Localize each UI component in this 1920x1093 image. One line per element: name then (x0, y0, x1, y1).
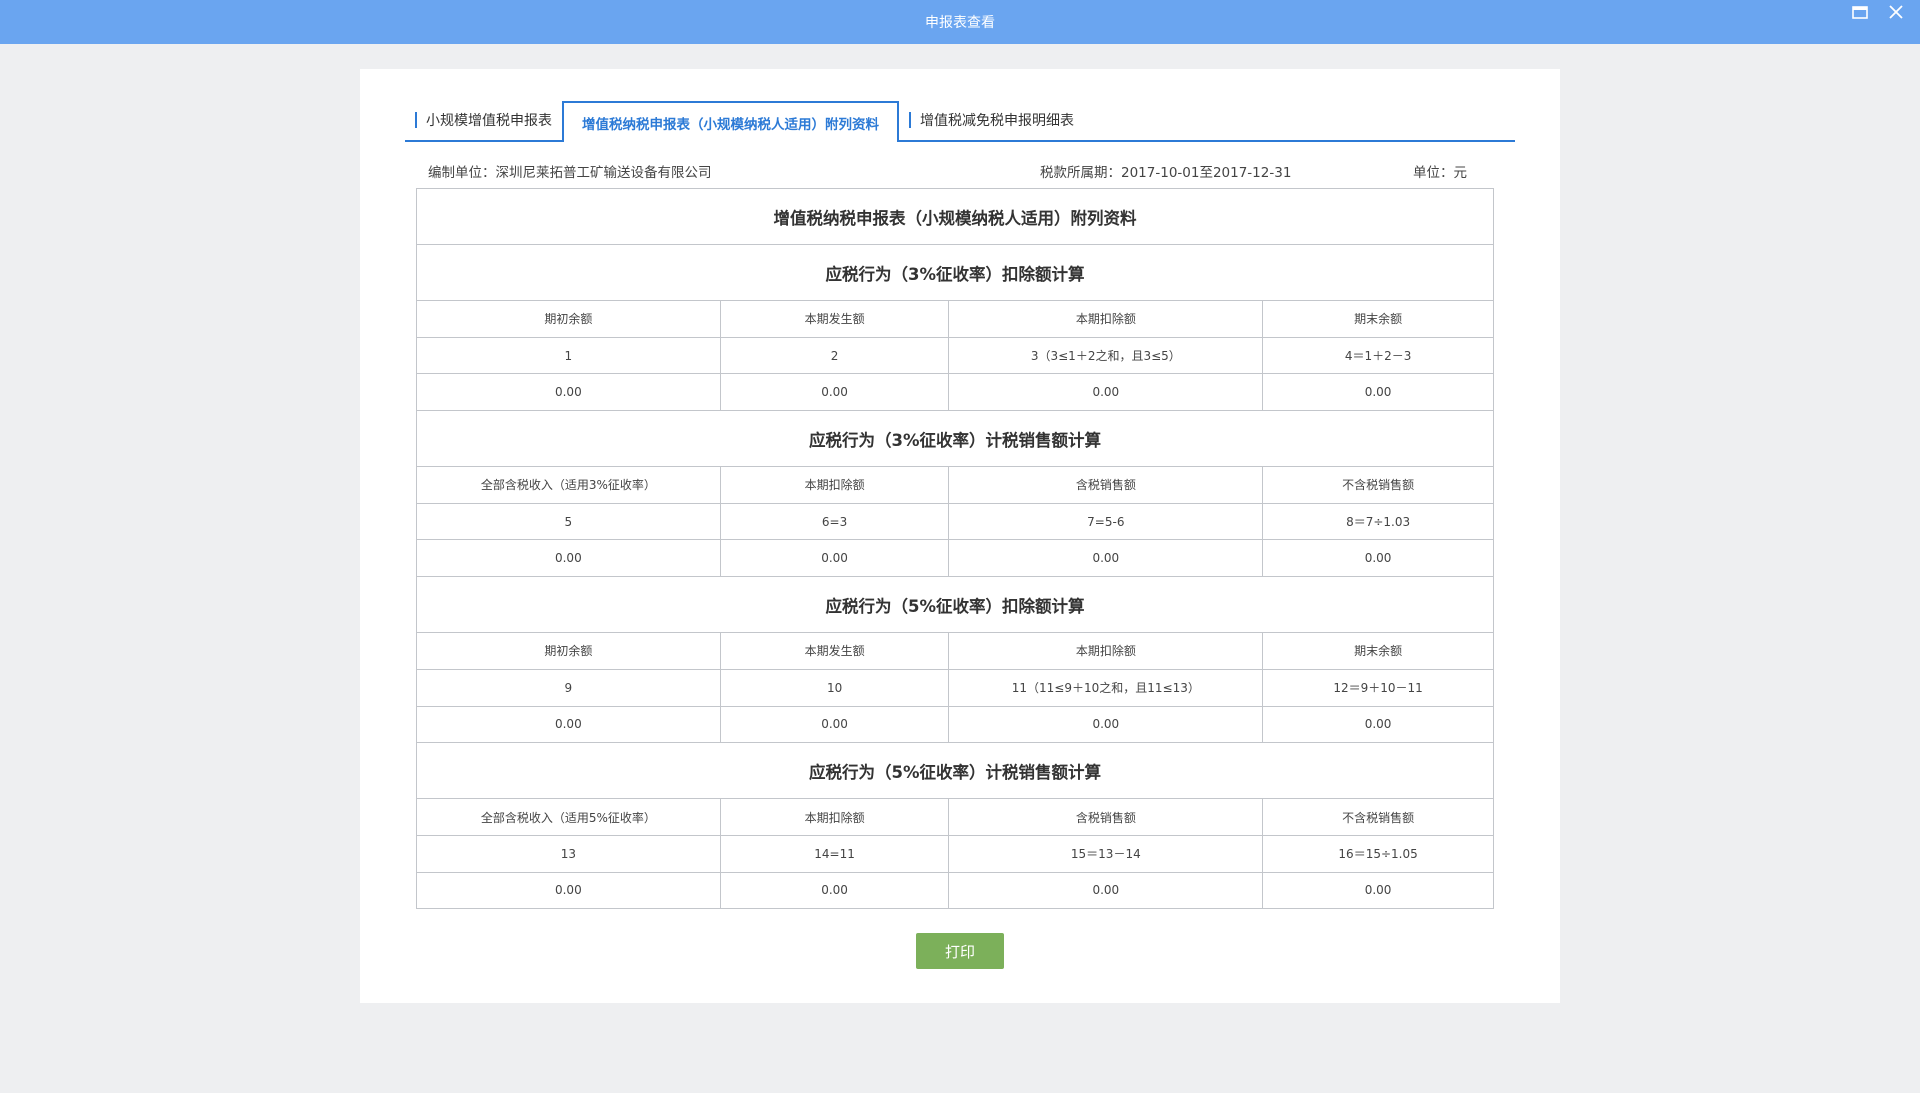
value-row: 0.00 0.00 0.00 0.00 (416, 705, 1494, 744)
formula-cell: 11（11≤9＋10之和，且11≤13） (948, 668, 1264, 707)
value-cell: 0.00 (719, 539, 950, 578)
print-button[interactable]: 打印 (916, 933, 1004, 969)
section-heading: 应税行为（5%征收率）扣除额计算 (416, 576, 1494, 634)
formula-cell: 2 (719, 336, 950, 375)
value-row: 0.00 0.00 0.00 0.00 (416, 539, 1494, 578)
tab-bar: 小规模增值税申报表 增值税纳税申报表（小规模纳税人适用）附列资料 增值税减免税申… (405, 101, 1515, 142)
column-header: 本期扣除额 (719, 466, 950, 504)
section-heading: 应税行为（3%征收率）扣除额计算 (416, 244, 1494, 301)
company-name: 编制单位：深圳尼莱拓普工矿输送设备有限公司 (428, 165, 712, 181)
column-header: 期末余额 (1262, 300, 1494, 338)
tab-attached-schedule[interactable]: 增值税纳税申报表（小规模纳税人适用）附列资料 (562, 101, 899, 142)
window-titlebar: 申报表查看 (0, 0, 1920, 44)
value-cell: 0.00 (719, 373, 950, 412)
close-icon[interactable] (1886, 2, 1906, 22)
formula-cell: 7=5-6 (948, 502, 1264, 541)
value-cell: 0.00 (948, 539, 1264, 578)
formula-cell: 6=3 (719, 502, 950, 541)
value-cell: 0.00 (719, 871, 950, 910)
formula-cell: 10 (719, 668, 950, 707)
value-cell: 0.00 (1262, 539, 1494, 578)
value-cell: 0.00 (416, 373, 721, 412)
formula-cell: 13 (416, 834, 721, 873)
value-row: 0.00 0.00 0.00 0.00 (416, 373, 1494, 412)
restore-icon[interactable] (1850, 2, 1870, 22)
tab-vat-reduction-details[interactable]: 增值税减免税申报明细表 (899, 100, 1084, 140)
table-title: 增值税纳税申报表（小规模纳税人适用）附列资料 (416, 188, 1494, 245)
formula-cell: 15＝13－14 (948, 834, 1264, 873)
tab-label: 小规模增值税申报表 (426, 113, 552, 129)
value-cell: 0.00 (1262, 705, 1494, 744)
value-cell: 0.00 (1262, 871, 1494, 910)
column-header: 期初余额 (416, 632, 721, 670)
value-cell: 0.00 (948, 871, 1264, 910)
value-cell: 0.00 (416, 871, 721, 910)
report-panel: 小规模增值税申报表 增值税纳税申报表（小规模纳税人适用）附列资料 增值税减免税申… (360, 69, 1560, 1003)
tab-marker (415, 112, 417, 128)
tab-small-scale-vat-return[interactable]: 小规模增值税申报表 (405, 100, 562, 140)
column-header: 不含税销售额 (1262, 466, 1494, 504)
formula-cell: 12＝9＋10－11 (1262, 668, 1494, 707)
formula-row: 5 6=3 7=5-6 8＝7÷1.03 (416, 502, 1494, 541)
formula-cell: 3（3≤1＋2之和，且3≤5） (948, 336, 1264, 375)
formula-cell: 9 (416, 668, 721, 707)
header-row: 全部含税收入（适用3%征收率） 本期扣除额 含税销售额 不含税销售额 (416, 466, 1494, 504)
value-row: 0.00 0.00 0.00 0.00 (416, 871, 1494, 910)
tab-marker (909, 112, 911, 128)
section-heading: 应税行为（5%征收率）计税销售额计算 (416, 742, 1494, 800)
tab-label: 增值税减免税申报明细表 (920, 113, 1074, 129)
value-cell: 0.00 (719, 705, 950, 744)
value-cell: 0.00 (1262, 373, 1494, 412)
attached-schedule-table: 增值税纳税申报表（小规模纳税人适用）附列资料 应税行为（3%征收率）扣除额计算 … (416, 188, 1494, 910)
formula-cell: 14=11 (719, 834, 950, 873)
column-header: 不含税销售额 (1262, 798, 1494, 836)
column-header: 含税销售额 (948, 466, 1264, 504)
column-header: 全部含税收入（适用5%征收率） (416, 798, 721, 836)
value-cell: 0.00 (416, 539, 721, 578)
column-header: 期初余额 (416, 300, 721, 338)
header-row: 期初余额 本期发生额 本期扣除额 期末余额 (416, 632, 1494, 670)
formula-row: 13 14=11 15＝13－14 16＝15÷1.05 (416, 834, 1494, 873)
column-header: 全部含税收入（适用3%征收率） (416, 466, 721, 504)
formula-cell: 4＝1＋2－3 (1262, 336, 1494, 375)
column-header: 本期发生额 (719, 300, 950, 338)
currency-unit: 单位：元 (1413, 165, 1467, 181)
tab-label: 增值税纳税申报表（小规模纳税人适用）附列资料 (582, 116, 879, 133)
report-info: 编制单位：深圳尼莱拓普工矿输送设备有限公司 税款所属期：2017-10-01至2… (428, 161, 1480, 185)
column-header: 本期扣除额 (948, 632, 1264, 670)
column-header: 本期扣除额 (719, 798, 950, 836)
value-cell: 0.00 (948, 705, 1264, 744)
formula-row: 9 10 11（11≤9＋10之和，且11≤13） 12＝9＋10－11 (416, 668, 1494, 707)
section-heading: 应税行为（3%征收率）计税销售额计算 (416, 410, 1494, 468)
column-header: 期末余额 (1262, 632, 1494, 670)
formula-cell: 1 (416, 336, 721, 375)
formula-cell: 8＝7÷1.03 (1262, 502, 1494, 541)
column-header: 本期发生额 (719, 632, 950, 670)
column-header: 含税销售额 (948, 798, 1264, 836)
formula-cell: 5 (416, 502, 721, 541)
header-row: 全部含税收入（适用5%征收率） 本期扣除额 含税销售额 不含税销售额 (416, 798, 1494, 836)
header-row: 期初余额 本期发生额 本期扣除额 期末余额 (416, 300, 1494, 338)
formula-cell: 16＝15÷1.05 (1262, 834, 1494, 873)
tax-period: 税款所属期：2017-10-01至2017-12-31 (1040, 165, 1292, 181)
formula-row: 1 2 3（3≤1＋2之和，且3≤5） 4＝1＋2－3 (416, 336, 1494, 375)
window-title: 申报表查看 (925, 15, 995, 31)
column-header: 本期扣除额 (948, 300, 1264, 338)
value-cell: 0.00 (948, 373, 1264, 412)
value-cell: 0.00 (416, 705, 721, 744)
